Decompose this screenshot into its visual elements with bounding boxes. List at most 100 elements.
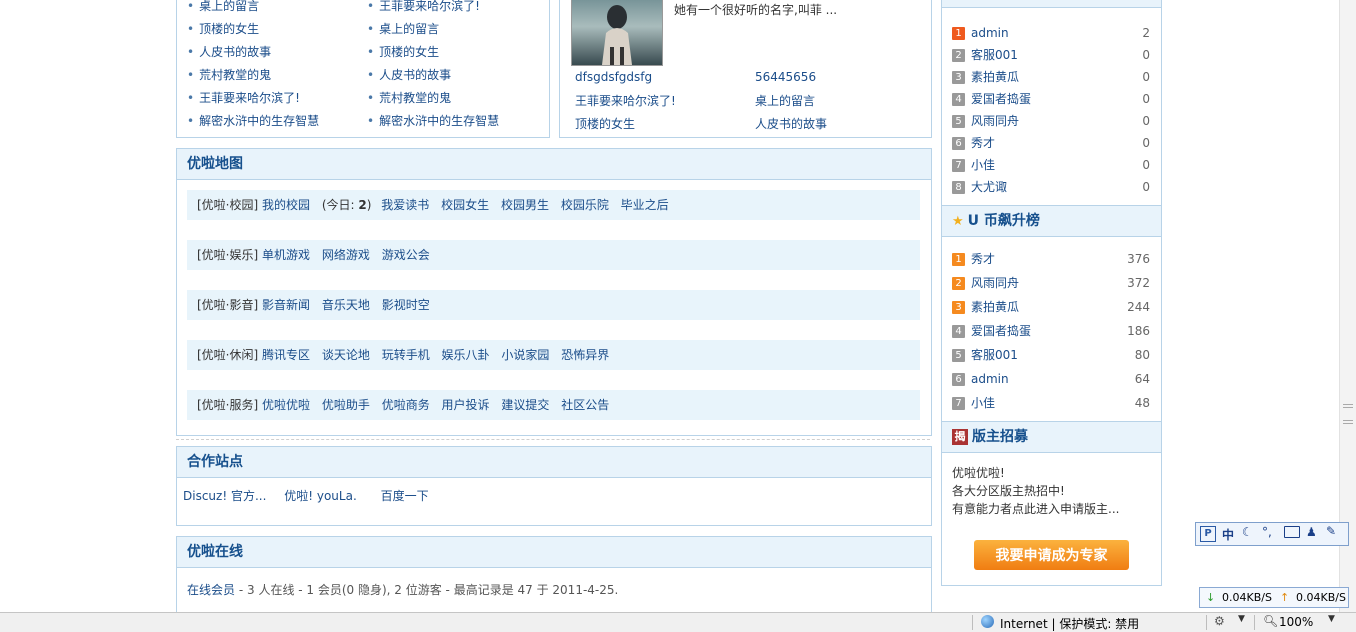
map-link[interactable]: 小说家园 [501,348,549,362]
list-item[interactable]: 1 admin 2 [952,22,1150,44]
rank-user[interactable]: 风雨同舟 [971,114,1019,128]
rank-user[interactable]: 秀才 [971,252,995,266]
user-icon[interactable]: ♟ [1306,525,1317,539]
chevron-down-icon[interactable]: ▼ [1238,614,1245,624]
rank-user[interactable]: 秀才 [971,136,995,150]
rank-user[interactable]: 素拍黄瓜 [971,300,1019,314]
partner-link[interactable]: 百度一下 [381,489,429,503]
list-item[interactable]: 2 客服001 0 [952,44,1150,66]
map-link[interactable]: 用户投诉 [442,398,490,412]
map-link[interactable]: 建议提交 [501,398,549,412]
map-link[interactable]: 毕业之后 [621,198,669,212]
rank-user[interactable]: 客服001 [971,348,1018,362]
rank-user[interactable]: 小佳 [971,396,995,410]
moon-icon[interactable]: ☾ [1242,525,1253,539]
protected-mode-icon[interactable]: ⚙ [1214,614,1225,628]
rank-user[interactable]: admin [971,26,1009,40]
map-link[interactable]: 优啦商务 [382,398,430,412]
keyboard-icon[interactable] [1284,526,1300,538]
list-item[interactable]: 人皮书的故事 [187,41,319,64]
list-item[interactable]: 荒村教堂的鬼 [367,87,499,110]
rank-user[interactable]: admin [971,372,1009,386]
map-link[interactable]: 影视时空 [382,298,430,312]
map-link[interactable]: 优啦助手 [322,398,370,412]
apply-expert-button[interactable]: 我要申请成为专家 [974,540,1129,570]
zoom-icon[interactable]: 🔍︎ [1263,614,1278,628]
partner-link[interactable]: Discuz! 官方... [183,489,266,503]
rank-user[interactable]: 风雨同舟 [971,276,1019,290]
list-item[interactable]: 1 秀才 376 [952,247,1150,271]
list-item[interactable]: 5 客服001 80 [952,343,1150,367]
list-item[interactable]: 8 大尤诹 0 [952,176,1150,198]
avatar[interactable] [571,0,663,66]
list-item[interactable]: 4 爱国者捣蛋 186 [952,319,1150,343]
map-link[interactable]: 音乐天地 [322,298,370,312]
punctuation-icon[interactable]: °, [1262,525,1272,539]
post-link[interactable]: 王菲要来哈尔滨了! [199,91,300,105]
post-link[interactable]: 人皮书的故事 [199,45,271,59]
zoom-level[interactable]: 100% [1279,615,1313,629]
list-item[interactable]: 2 风雨同舟 372 [952,271,1150,295]
list-item[interactable]: 7 小佳 0 [952,154,1150,176]
map-link[interactable]: 网络游戏 [322,248,370,262]
list-item[interactable]: 5 风雨同舟 0 [952,110,1150,132]
ime-logo-icon[interactable]: P [1200,526,1216,542]
rank-user[interactable]: 爱国者捣蛋 [971,324,1031,338]
scrollbar-grip[interactable] [1343,404,1353,408]
map-link[interactable]: 校园男生 [501,198,549,212]
list-item[interactable]: 4 爱国者捣蛋 0 [952,88,1150,110]
post-link[interactable]: 解密水浒中的生存智慧 [379,114,499,128]
online-members-link[interactable]: 在线会员 [187,583,235,597]
profile-name[interactable]: dfsgdsfgdsfg [575,70,652,84]
map-link[interactable]: 我爱读书 [381,198,429,212]
list-item[interactable]: 人皮书的故事 [367,64,499,87]
post-link[interactable]: 荒村教堂的鬼 [199,68,271,82]
profile-link[interactable]: 王菲要来哈尔滨了! [575,92,676,109]
map-link[interactable]: 玩转手机 [382,348,430,362]
vertical-scrollbar[interactable] [1339,0,1356,612]
rank-user[interactable]: 客服001 [971,48,1018,62]
map-link[interactable]: 恐怖异界 [561,348,609,362]
map-link[interactable]: 谈天论地 [322,348,370,362]
recruit-text[interactable]: 优啦优啦! 各大分区版主热招中! 有意能力者点此进入申请版主... [952,464,1119,518]
list-item[interactable]: 桌上的留言 [187,0,319,18]
map-link[interactable]: 影音新闻 [262,298,310,312]
list-item[interactable]: 7 小佳 48 [952,391,1150,415]
ime-toolbar[interactable]: P 中 ☾ °, ♟ ✎ [1195,522,1349,546]
partner-link[interactable]: 优啦! youLa. [284,489,357,503]
post-link[interactable]: 桌上的留言 [379,22,439,36]
ime-mode-toggle[interactable]: 中 [1222,526,1234,543]
list-item[interactable]: 王菲要来哈尔滨了! [187,87,319,110]
wrench-icon[interactable]: ✎ [1326,524,1336,538]
map-link[interactable]: 单机游戏 [262,248,310,262]
post-link[interactable]: 顶楼的女生 [379,45,439,59]
rank-user[interactable]: 爱国者捣蛋 [971,92,1031,106]
profile-id[interactable]: 56445656 [755,70,816,84]
list-item[interactable]: 桌上的留言 [367,18,499,41]
map-link[interactable]: 腾讯专区 [262,348,310,362]
zoom-chevron-down-icon[interactable]: ▼ [1328,614,1335,624]
profile-link[interactable]: 桌上的留言 [755,92,815,109]
post-link[interactable]: 解密水浒中的生存智慧 [199,114,319,128]
map-link[interactable]: 优啦优啦 [262,398,310,412]
list-item[interactable]: 解密水浒中的生存智慧 [367,110,499,133]
profile-link[interactable]: 人皮书的故事 [755,115,827,132]
list-item[interactable]: 6 秀才 0 [952,132,1150,154]
rank-user[interactable]: 大尤诹 [971,180,1007,194]
map-link[interactable]: 校园乐院 [561,198,609,212]
map-link[interactable]: 社区公告 [561,398,609,412]
list-item[interactable]: 3 素拍黄瓜 0 [952,66,1150,88]
profile-link[interactable]: 顶楼的女生 [575,115,635,132]
post-link[interactable]: 王菲要来哈尔滨了! [379,0,480,13]
map-link[interactable]: 娱乐八卦 [442,348,490,362]
post-link[interactable]: 人皮书的故事 [379,68,451,82]
post-link[interactable]: 桌上的留言 [199,0,259,13]
list-item[interactable]: 王菲要来哈尔滨了! [367,0,499,18]
rank-user[interactable]: 素拍黄瓜 [971,70,1019,84]
list-item[interactable]: 顶楼的女生 [187,18,319,41]
map-link[interactable]: 校园女生 [441,198,489,212]
list-item[interactable]: 解密水浒中的生存智慧 [187,110,319,133]
rank-user[interactable]: 小佳 [971,158,995,172]
list-item[interactable]: 顶楼的女生 [367,41,499,64]
map-link[interactable]: 游戏公会 [382,248,430,262]
